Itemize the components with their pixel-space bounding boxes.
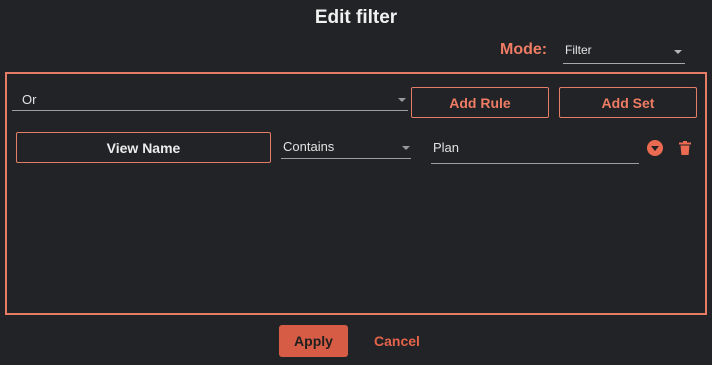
caret-down-glyph	[651, 146, 659, 151]
add-rule-button[interactable]: Add Rule	[411, 87, 549, 118]
chevron-down-icon	[674, 50, 682, 54]
cancel-button[interactable]: Cancel	[374, 333, 420, 349]
chevron-down-icon	[402, 146, 410, 150]
trash-icon[interactable]	[679, 141, 691, 155]
combinator-select[interactable]: Or	[12, 90, 408, 111]
dialog-title: Edit filter	[314, 7, 398, 28]
apply-button[interactable]: Apply	[279, 325, 348, 357]
rule-operator-value: Contains	[283, 139, 335, 154]
rule-operator-select[interactable]: Contains	[281, 136, 411, 159]
mode-label: Mode:	[500, 41, 548, 58]
rule-value-input[interactable]: Plan	[431, 136, 639, 164]
combinator-value: Or	[22, 92, 37, 107]
add-set-button[interactable]: Add Set	[559, 87, 697, 118]
mode-select[interactable]: Filter	[563, 38, 685, 64]
expand-circle-icon[interactable]	[647, 140, 663, 156]
rule-field-button[interactable]: View Name	[16, 132, 271, 163]
mode-select-value: Filter	[565, 43, 592, 57]
chevron-down-icon	[398, 98, 406, 102]
